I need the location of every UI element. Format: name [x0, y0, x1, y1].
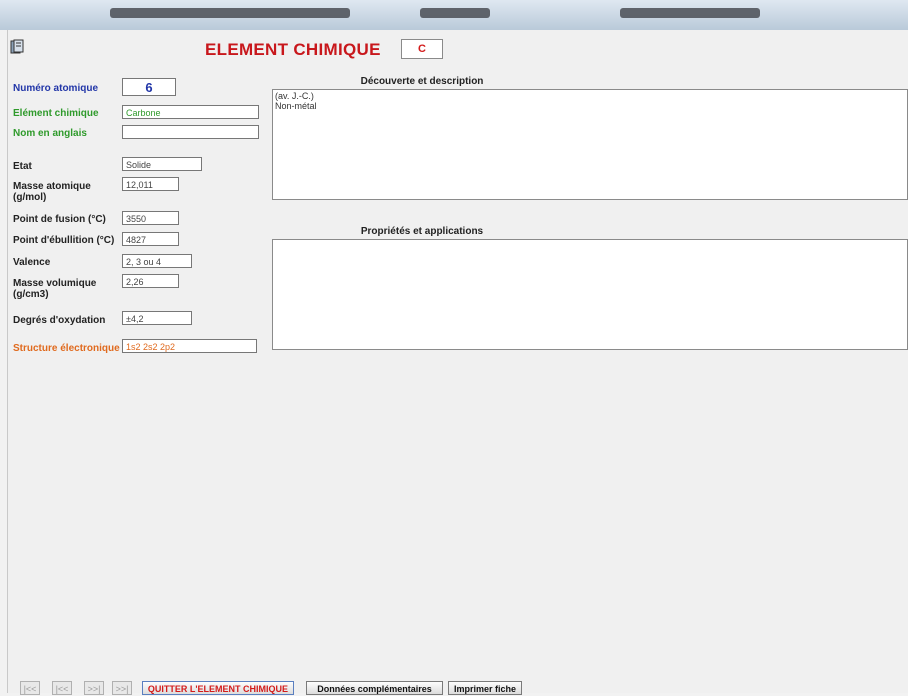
titlebar-shade	[110, 8, 350, 18]
anglais-label: Nom en anglais	[13, 128, 87, 139]
decouverte-title: Découverte et description	[360, 76, 484, 87]
ebullition-label: Point d'ébullition (°C)	[13, 235, 115, 246]
oxydation-field[interactable]: ±4,2	[122, 311, 192, 325]
page-title: ELEMENT CHIMIQUE	[205, 40, 381, 59]
fusion-field[interactable]: 3550	[122, 211, 179, 225]
masse-label-line2: (g/mol)	[13, 192, 47, 203]
numero-label: Numéro atomique	[13, 83, 99, 94]
anglais-field[interactable]	[122, 125, 259, 139]
titlebar-shade	[420, 8, 490, 18]
fusion-label: Point de fusion (°C)	[13, 214, 106, 225]
volumique-field[interactable]: 2,26	[122, 274, 179, 288]
etat-field[interactable]: Solide	[122, 157, 202, 171]
document-icon	[10, 39, 24, 54]
valence-field[interactable]: 2, 3 ou 4	[122, 254, 192, 268]
proprietes-textarea[interactable]	[272, 239, 908, 350]
volumique-label-line1: Masse volumique	[13, 278, 97, 289]
masse-label: Masse atomique (g/mol)	[13, 181, 91, 203]
ebullition-field[interactable]: 4827	[122, 232, 179, 246]
decouverte-textarea[interactable]: (av. J.-C.) Non-métal	[272, 89, 908, 200]
valence-label: Valence	[13, 257, 51, 268]
proprietes-title: Propriétés et applications	[360, 226, 484, 237]
titlebar-shade	[620, 8, 760, 18]
element-field[interactable]: Carbone	[122, 105, 259, 119]
decouverte-line: (av. J.-C.)	[275, 91, 314, 101]
masse-label-line1: Masse atomique	[13, 181, 91, 192]
masse-field[interactable]: 12,011	[122, 177, 179, 191]
symbol-field[interactable]: C	[401, 39, 443, 59]
oxydation-label: Degrés d'oxydation	[13, 315, 106, 326]
element-label: Elément chimique	[13, 108, 99, 119]
etat-label: Etat	[13, 161, 32, 172]
numero-field[interactable]: 6	[122, 78, 176, 96]
volumique-label-line2: (g/cm3)	[13, 289, 49, 300]
decouverte-line: Non-métal	[275, 101, 317, 111]
structure-field[interactable]: 1s2 2s2 2p2	[122, 339, 257, 353]
structure-label: Structure électronique	[13, 343, 120, 354]
window-titlebar	[0, 0, 908, 30]
volumique-label: Masse volumique (g/cm3)	[13, 278, 96, 300]
